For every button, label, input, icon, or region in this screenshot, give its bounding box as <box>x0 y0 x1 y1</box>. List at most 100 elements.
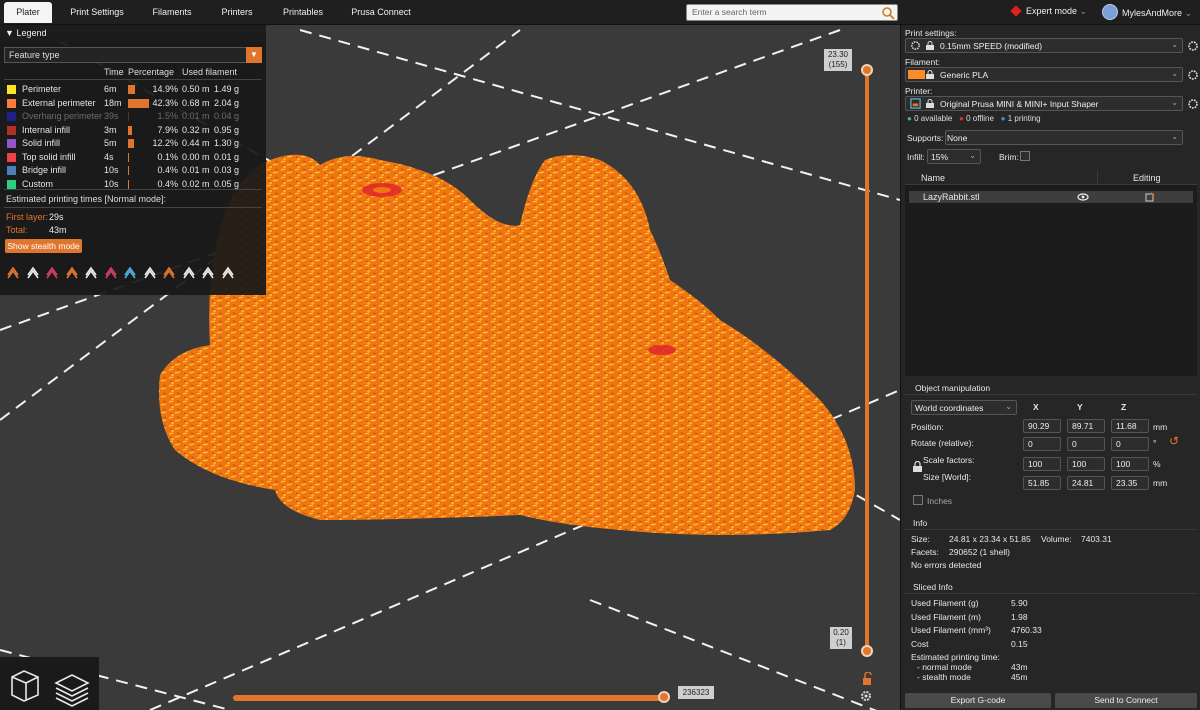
layer-slider-top-thumb[interactable] <box>861 64 873 76</box>
filament-combo[interactable]: Generic PLA ⌄ <box>905 67 1183 82</box>
wipe-icon[interactable] <box>26 265 40 279</box>
size-label: Size [World]: <box>923 472 972 482</box>
legend-header[interactable]: ▼ Legend <box>0 25 266 42</box>
sliced-info-label: Used Filament (g) <box>911 598 979 608</box>
position-y-input[interactable]: 89.71 <box>1067 419 1105 433</box>
col-editing: Editing <box>1133 173 1161 183</box>
tab-printables[interactable]: Printables <box>278 0 328 25</box>
rotate-z-input[interactable]: 0 <box>1111 437 1149 451</box>
gear-icon[interactable] <box>1187 98 1199 110</box>
scale-x-input[interactable]: 100 <box>1023 457 1061 471</box>
eye-icon[interactable] <box>1077 192 1089 202</box>
legend-item-time: 10s <box>104 178 119 189</box>
legend-item-weight: 2.04 g <box>214 97 240 108</box>
legend-color-swatch <box>7 85 16 94</box>
legend-item-name: Overhang perimeter <box>22 111 103 121</box>
tab-plater[interactable]: Plater <box>4 2 52 23</box>
position-z-input[interactable]: 11.68 <box>1111 419 1149 433</box>
col-time: Time <box>104 67 124 77</box>
center-of-gravity-icon[interactable] <box>182 265 196 279</box>
size-y-input[interactable]: 24.81 <box>1067 476 1105 490</box>
edit-icon[interactable] <box>1145 192 1155 202</box>
infill-combo[interactable]: 15% ⌄ <box>927 149 981 164</box>
show-stealth-mode-button[interactable]: Show stealth mode <box>5 239 82 253</box>
color-changes-icon[interactable] <box>123 265 137 279</box>
gear-icon[interactable] <box>1187 69 1199 81</box>
tab-filaments[interactable]: Filaments <box>148 0 196 25</box>
legend-item-weight: 0.04 g <box>214 111 240 121</box>
shells-icon[interactable] <box>201 265 215 279</box>
coordinates-value: World coordinates <box>915 403 984 413</box>
user-menu[interactable]: MylesAndMore ⌄ <box>1102 4 1192 20</box>
layer-slider[interactable] <box>861 64 873 657</box>
seams-icon[interactable] <box>84 265 98 279</box>
cog-icon[interactable] <box>859 689 873 703</box>
scale-z-input[interactable]: 100 <box>1111 457 1149 471</box>
print-settings-combo[interactable]: 0.15mm SPEED (modified) ⌄ <box>905 38 1183 53</box>
object-row[interactable]: LazyRabbit.stl <box>909 191 1193 203</box>
move-slider-thumb[interactable] <box>658 691 670 703</box>
sliced-info-label: Cost <box>911 638 929 649</box>
legend-row[interactable]: Internal infill 3m 7.9% 0.32 m 0.95 g <box>0 124 266 137</box>
pause-prints-icon[interactable] <box>143 265 157 279</box>
size-z-input[interactable]: 23.35 <box>1111 476 1149 490</box>
retractions-icon[interactable] <box>45 265 59 279</box>
legend-item-length: 0.01 m <box>182 111 210 121</box>
info-title: Info <box>913 518 928 528</box>
tool-marker-icon[interactable] <box>221 265 235 279</box>
tool-changes-icon[interactable] <box>104 265 118 279</box>
gear-icon[interactable] <box>1187 40 1199 52</box>
custom-gcodes-icon[interactable] <box>162 265 176 279</box>
legend-row[interactable]: Overhang perimeter 39s 1.5% 0.01 m 0.04 g <box>0 110 266 123</box>
total-value: 43m <box>49 225 67 235</box>
inches-checkbox[interactable] <box>913 495 923 505</box>
legend-item-time: 39s <box>104 111 119 121</box>
lock-icon[interactable] <box>913 461 922 472</box>
printer-combo[interactable]: Original Prusa MINI & MINI+ Input Shaper… <box>905 96 1183 111</box>
expert-mode-icon <box>1010 5 1022 17</box>
send-to-connect-button[interactable]: Send to Connect <box>1055 693 1197 708</box>
legend-row[interactable]: Perimeter 6m 14.9% 0.50 m 1.49 g <box>0 83 266 96</box>
mode-selector[interactable]: Expert mode ⌄ <box>1010 5 1087 17</box>
rotate-y-input[interactable]: 0 <box>1067 437 1105 451</box>
tab-print-settings[interactable]: Print Settings <box>64 0 130 25</box>
printer-label: Printer: <box>905 86 933 96</box>
brim-checkbox[interactable] <box>1020 151 1030 161</box>
gear-icon <box>911 41 920 50</box>
rotate-x-input[interactable]: 0 <box>1023 437 1061 451</box>
divider <box>905 394 1197 395</box>
position-x-input[interactable]: 90.29 <box>1023 419 1061 433</box>
chevron-down-icon: ⌄ <box>1171 69 1178 78</box>
export-gcode-button[interactable]: Export G-code <box>905 693 1051 708</box>
travel-icon[interactable] <box>6 265 20 279</box>
legend-row[interactable]: External perimeter 18m 42.3% 0.68 m 2.04 g <box>0 97 266 110</box>
position-label: Position: <box>911 422 944 432</box>
layer-slider-bottom-thumb[interactable] <box>861 645 873 657</box>
legend-row[interactable]: Top solid infill 4s 0.1% 0.00 m 0.01 g <box>0 151 266 164</box>
legend-item-percentage: 0.4% <box>157 178 178 189</box>
scale-y-input[interactable]: 100 <box>1067 457 1105 471</box>
unlock-icon[interactable] <box>860 672 874 686</box>
legend-color-swatch <box>7 112 16 121</box>
search-icon[interactable] <box>881 6 895 20</box>
first-layer-value: 29s <box>49 212 64 222</box>
legend-item-length: 0.00 m <box>182 151 210 162</box>
legend-row[interactable]: Bridge infill 10s 0.4% 0.01 m 0.03 g <box>0 164 266 177</box>
tab-prusa-connect[interactable]: Prusa Connect <box>348 0 414 25</box>
lock-icon <box>926 41 934 50</box>
search-input[interactable]: Enter a search term <box>686 4 898 21</box>
size-x-input[interactable]: 51.85 <box>1023 476 1061 490</box>
supports-combo[interactable]: None ⌄ <box>945 130 1183 145</box>
view-type-select[interactable]: Feature type ▼ <box>4 47 262 63</box>
legend-row[interactable]: Solid infill 5m 12.2% 0.44 m 1.30 g <box>0 137 266 150</box>
deretractions-icon[interactable] <box>65 265 79 279</box>
reset-rotation-icon[interactable]: ↺ <box>1169 434 1179 448</box>
legend-percentage-bar <box>128 166 129 175</box>
legend-item-name: Top solid infill <box>22 151 76 162</box>
mode-label: Expert mode <box>1026 6 1078 16</box>
search-placeholder: Enter a search term <box>692 7 767 17</box>
tab-printers[interactable]: Printers <box>216 0 258 25</box>
coordinates-select[interactable]: World coordinates ⌄ <box>911 400 1017 415</box>
move-slider[interactable] <box>233 691 670 703</box>
chevron-down-icon: ⌄ <box>1171 40 1178 49</box>
